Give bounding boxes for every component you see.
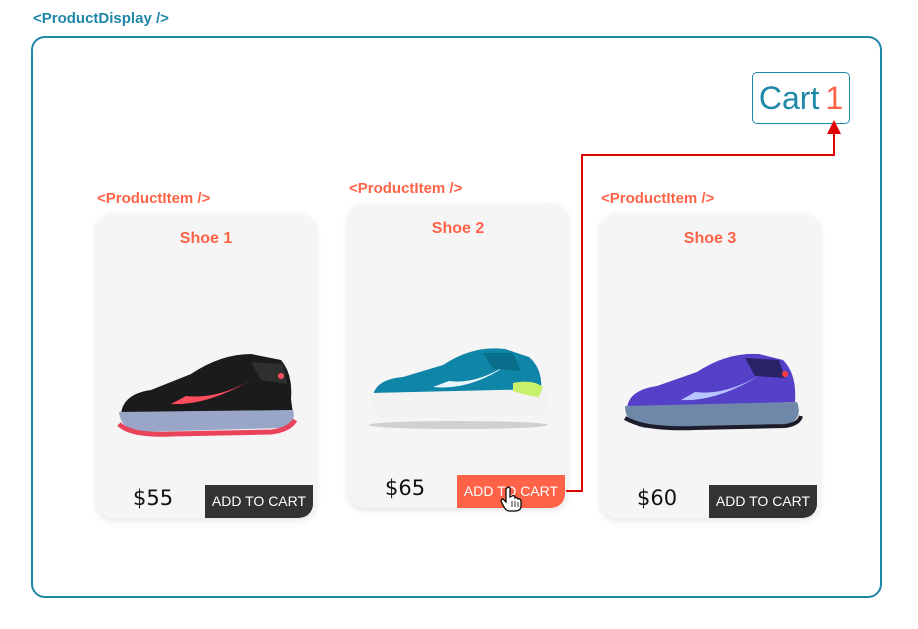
- product-name: Shoe 2: [431, 220, 485, 237]
- hand-cursor-icon: [500, 486, 522, 512]
- shoe-3-image: [623, 353, 803, 431]
- product-name: Shoe 3: [683, 230, 737, 247]
- product-price: $65: [385, 476, 426, 500]
- product-item-tag: <ProductItem />: [97, 190, 211, 207]
- product-card-2: Shoe 2 $65 ADD TO CART: [349, 204, 567, 508]
- cart-indicator[interactable]: Cart 1: [752, 72, 850, 124]
- product-card-3: Shoe 3 $60 ADD TO CART: [601, 214, 819, 518]
- shoe-2-image: [368, 348, 548, 429]
- product-card-1: Shoe 1 $55 ADD TO CART: [97, 214, 315, 518]
- cart-count: 1: [825, 79, 844, 116]
- product-price: $55: [133, 486, 174, 510]
- product-name: Shoe 1: [179, 230, 233, 247]
- add-to-cart-button[interactable]: ADD TO CART: [205, 485, 313, 518]
- cart-label: Cart: [758, 79, 820, 116]
- product-price: $60: [637, 486, 678, 510]
- product-item-tag: <ProductItem />: [601, 190, 715, 207]
- product-item-tag: <ProductItem />: [349, 180, 463, 197]
- product-display-tag: <ProductDisplay />: [33, 10, 169, 27]
- shoe-1-image: [117, 354, 298, 437]
- add-to-cart-button[interactable]: ADD TO CART: [709, 485, 817, 518]
